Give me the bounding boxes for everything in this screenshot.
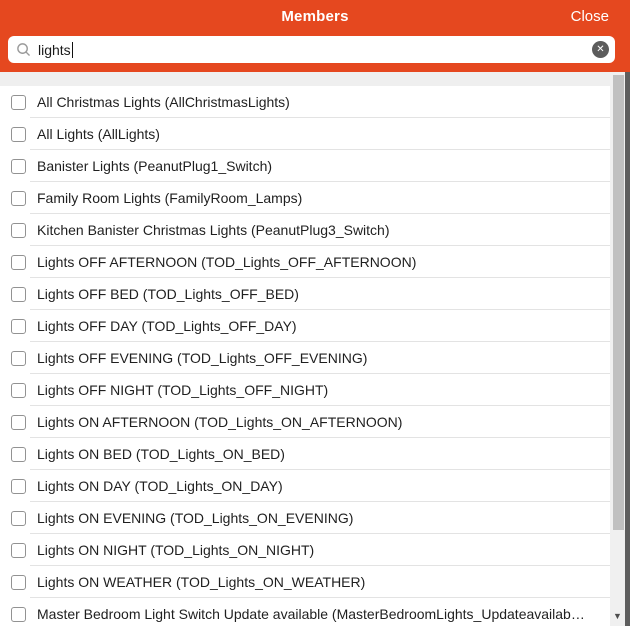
members-list: All Christmas Lights (AllChristmasLights… <box>0 72 610 626</box>
member-label: Lights OFF AFTERNOON (TOD_Lights_OFF_AFT… <box>37 254 419 270</box>
list-item[interactable]: Lights ON DAY (TOD_Lights_ON_DAY) <box>0 470 610 502</box>
list-item[interactable]: Lights OFF BED (TOD_Lights_OFF_BED) <box>0 278 610 310</box>
member-label: Lights OFF BED (TOD_Lights_OFF_BED) <box>37 286 302 302</box>
member-checkbox[interactable] <box>11 287 26 302</box>
member-checkbox[interactable] <box>11 543 26 558</box>
member-label: Lights ON DAY (TOD_Lights_ON_DAY) <box>37 478 286 494</box>
member-label: Lights OFF NIGHT (TOD_Lights_OFF_NIGHT) <box>37 382 331 398</box>
member-checkbox[interactable] <box>11 191 26 206</box>
list-item[interactable]: All Christmas Lights (AllChristmasLights… <box>0 86 610 118</box>
member-label: All Christmas Lights (AllChristmasLights… <box>37 94 293 110</box>
search-value: lights <box>38 42 71 58</box>
member-checkbox[interactable] <box>11 351 26 366</box>
member-label: Lights ON BED (TOD_Lights_ON_BED) <box>37 446 288 462</box>
member-label: All Lights (AllLights) <box>37 126 163 142</box>
member-label: Lights ON EVENING (TOD_Lights_ON_EVENING… <box>37 510 356 526</box>
scrollbar-track[interactable]: ▼ <box>610 72 625 626</box>
close-button[interactable]: Close <box>571 8 609 25</box>
text-cursor <box>72 42 73 58</box>
member-checkbox[interactable] <box>11 415 26 430</box>
member-checkbox[interactable] <box>11 255 26 270</box>
dialog-header: Members Close lights ✕ <box>0 0 630 72</box>
list-item[interactable]: Lights ON EVENING (TOD_Lights_ON_EVENING… <box>0 502 610 534</box>
list-item[interactable]: Banister Lights (PeanutPlug1_Switch) <box>0 150 610 182</box>
scrollbar-thumb[interactable] <box>613 75 624 530</box>
member-checkbox[interactable] <box>11 607 26 622</box>
list-item[interactable]: Lights OFF DAY (TOD_Lights_OFF_DAY) <box>0 310 610 342</box>
member-label: Kitchen Banister Christmas Lights (Peanu… <box>37 222 393 238</box>
member-checkbox[interactable] <box>11 95 26 110</box>
list-item[interactable]: Lights ON WEATHER (TOD_Lights_ON_WEATHER… <box>0 566 610 598</box>
member-checkbox[interactable] <box>11 575 26 590</box>
member-checkbox[interactable] <box>11 159 26 174</box>
member-checkbox[interactable] <box>11 511 26 526</box>
list-item[interactable]: Kitchen Banister Christmas Lights (Peanu… <box>0 214 610 246</box>
member-checkbox[interactable] <box>11 479 26 494</box>
member-checkbox[interactable] <box>11 319 26 334</box>
member-label: Lights OFF DAY (TOD_Lights_OFF_DAY) <box>37 318 300 334</box>
list-top-band <box>0 72 610 86</box>
clear-search-icon[interactable]: ✕ <box>592 41 609 58</box>
search-input[interactable]: lights ✕ <box>8 36 615 63</box>
list-item[interactable]: Master Bedroom Light Switch Update avail… <box>0 598 610 626</box>
list-item[interactable]: Lights ON BED (TOD_Lights_ON_BED) <box>0 438 610 470</box>
scroll-down-icon[interactable]: ▼ <box>610 611 625 621</box>
window-edge-strip <box>625 72 630 626</box>
member-checkbox[interactable] <box>11 447 26 462</box>
member-label: Family Room Lights (FamilyRoom_Lamps) <box>37 190 305 206</box>
member-checkbox[interactable] <box>11 383 26 398</box>
member-checkbox[interactable] <box>11 127 26 142</box>
member-label: Lights ON WEATHER (TOD_Lights_ON_WEATHER… <box>37 574 368 590</box>
list-item[interactable]: Lights OFF EVENING (TOD_Lights_OFF_EVENI… <box>0 342 610 374</box>
member-label: Lights OFF EVENING (TOD_Lights_OFF_EVENI… <box>37 350 370 366</box>
list-item[interactable]: Lights OFF AFTERNOON (TOD_Lights_OFF_AFT… <box>0 246 610 278</box>
member-label: Master Bedroom Light Switch Update avail… <box>37 606 588 622</box>
member-checkbox[interactable] <box>11 223 26 238</box>
list-item[interactable]: All Lights (AllLights) <box>0 118 610 150</box>
page-title: Members <box>0 8 630 25</box>
list-item[interactable]: Lights OFF NIGHT (TOD_Lights_OFF_NIGHT) <box>0 374 610 406</box>
member-label: Banister Lights (PeanutPlug1_Switch) <box>37 158 275 174</box>
list-item[interactable]: Family Room Lights (FamilyRoom_Lamps) <box>0 182 610 214</box>
member-label: Lights ON NIGHT (TOD_Lights_ON_NIGHT) <box>37 542 317 558</box>
member-label: Lights ON AFTERNOON (TOD_Lights_ON_AFTER… <box>37 414 405 430</box>
list-item[interactable]: Lights ON NIGHT (TOD_Lights_ON_NIGHT) <box>0 534 610 566</box>
list-item[interactable]: Lights ON AFTERNOON (TOD_Lights_ON_AFTER… <box>0 406 610 438</box>
search-icon <box>16 42 31 57</box>
